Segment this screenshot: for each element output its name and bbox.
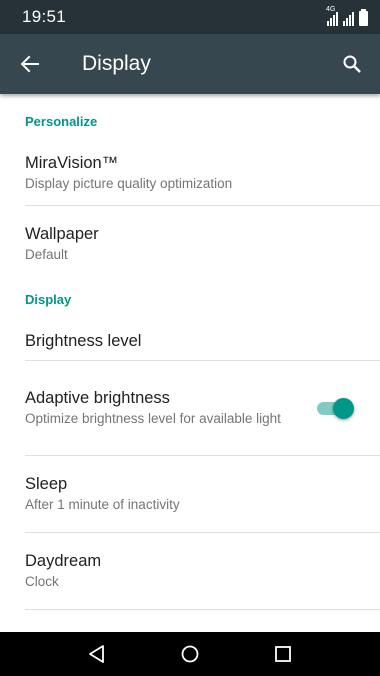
pref-sleep[interactable]: Sleep After 1 minute of inactivity xyxy=(0,456,380,532)
pref-title: Brightness level xyxy=(25,331,142,350)
nav-recents-button[interactable] xyxy=(253,632,313,676)
navigation-bar xyxy=(0,632,380,676)
pref-title: Wallpaper xyxy=(25,225,99,243)
pref-text: MiraVision™ Display picture quality opti… xyxy=(25,153,355,193)
pref-summary: After 1 minute of inactivity xyxy=(25,497,180,512)
pref-title: Daydream xyxy=(25,552,102,570)
pref-summary: Clock xyxy=(25,574,59,589)
arrow-back-icon xyxy=(20,55,39,73)
pref-text: Brightness level xyxy=(25,331,355,352)
square-recents-icon xyxy=(275,646,292,662)
divider xyxy=(25,609,380,610)
signal-strength-icon xyxy=(343,10,354,26)
pref-summary: Default xyxy=(25,247,68,262)
pref-summary: Display picture quality optimization xyxy=(25,175,233,191)
status-time: 19:51 xyxy=(22,7,67,26)
pref-text: Sleep After 1 minute of inactivity xyxy=(25,474,355,514)
pref-adaptive-brightness[interactable]: Adaptive brightness Optimize brightness … xyxy=(0,361,380,455)
status-bar: 19:51 4G xyxy=(0,0,380,34)
section-header-personalize: Personalize xyxy=(25,114,98,129)
pref-wallpaper[interactable]: Wallpaper Default xyxy=(0,206,380,282)
app-bar: Display xyxy=(0,34,380,94)
nav-back-button[interactable] xyxy=(67,632,127,676)
network-type-label: 4G xyxy=(326,6,336,13)
back-button[interactable] xyxy=(0,34,60,94)
pref-brightness-level[interactable]: Brightness level xyxy=(0,322,380,360)
adaptive-brightness-toggle[interactable] xyxy=(315,396,355,420)
pref-title: MiraVision™ xyxy=(25,153,119,172)
search-button[interactable] xyxy=(324,34,380,94)
status-icons: 4G xyxy=(326,6,368,26)
triangle-back-icon xyxy=(88,645,104,663)
search-icon xyxy=(343,55,361,73)
pref-text: Daydream Clock xyxy=(25,551,355,591)
section-header-display: Display xyxy=(25,292,72,307)
battery-icon xyxy=(359,9,368,26)
pref-daydream[interactable]: Daydream Clock xyxy=(0,533,380,609)
pref-summary: Optimize brightness level for available … xyxy=(25,411,281,426)
pref-text: Adaptive brightness Optimize brightness … xyxy=(25,388,295,428)
nav-home-button[interactable] xyxy=(160,632,220,676)
pref-text: Wallpaper Default xyxy=(25,224,355,264)
circle-home-icon xyxy=(181,645,199,663)
pref-title: Sleep xyxy=(25,475,68,493)
pref-miravision[interactable]: MiraVision™ Display picture quality opti… xyxy=(0,140,380,205)
pref-title: Adaptive brightness xyxy=(25,389,170,407)
signal-4g-icon: 4G xyxy=(326,6,338,26)
settings-list: Personalize MiraVision™ Display picture … xyxy=(0,94,380,632)
toggle-thumb xyxy=(333,398,354,419)
page-title: Display xyxy=(82,52,151,75)
